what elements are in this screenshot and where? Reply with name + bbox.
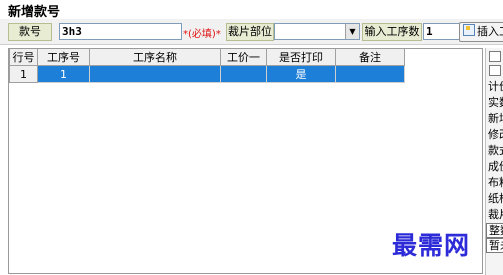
right-panel: 计价 实数 新增 修改 款式 成份 布料 纸样 裁片 整数 暂未 xyxy=(485,48,503,275)
right-panel-item[interactable]: 成份 xyxy=(486,159,503,175)
header-row: 行号 工序号 工序名称 工价一 是否打印 备注 xyxy=(9,49,405,66)
right-checkbox-1[interactable] xyxy=(489,51,501,62)
process-no-cell[interactable]: 1 xyxy=(37,65,90,83)
right-panel-item[interactable]: 整数 xyxy=(486,223,503,238)
right-panel-item[interactable]: 新增 xyxy=(486,111,503,127)
toolbar: 款号 3h3 *(必填)* 裁片部位 ▼ 输入工序数 1 插入工 xyxy=(0,19,503,45)
right-panel-item[interactable]: 计价 xyxy=(486,79,503,95)
process-name-cell[interactable] xyxy=(89,65,221,83)
insert-icon xyxy=(463,24,475,36)
window-title: 新增款号 xyxy=(8,5,61,20)
style-input[interactable]: 3h3 xyxy=(59,23,182,40)
print-cell[interactable]: 是 xyxy=(266,65,336,83)
table-row[interactable]: 1 1 是 xyxy=(9,65,405,83)
cut-part-label: 裁片部位 xyxy=(226,23,274,41)
col-header-price[interactable]: 工价一 xyxy=(220,49,267,66)
style-label: 款号 xyxy=(8,23,52,41)
remark-cell[interactable] xyxy=(335,65,405,83)
required-note: *(必填)* xyxy=(183,29,221,40)
cut-part-select[interactable]: ▼ xyxy=(274,23,360,40)
right-panel-item[interactable]: 修改 xyxy=(486,127,503,143)
input-count-label: 输入工序数 xyxy=(362,23,422,41)
right-panel-item[interactable]: 纸样 xyxy=(486,191,503,207)
col-header-remark[interactable]: 备注 xyxy=(335,49,405,66)
right-panel-item[interactable]: 裁片 xyxy=(486,207,503,223)
col-header-print[interactable]: 是否打印 xyxy=(266,49,336,66)
chevron-down-icon[interactable]: ▼ xyxy=(345,24,359,39)
right-panel-item[interactable]: 款式 xyxy=(486,143,503,159)
row-number-cell: 1 xyxy=(9,65,38,83)
col-header-process-name[interactable]: 工序名称 xyxy=(89,49,221,66)
col-header-row-no[interactable]: 行号 xyxy=(9,49,38,66)
right-panel-item[interactable]: 实数 xyxy=(486,95,503,111)
input-count-field[interactable]: 1 xyxy=(423,23,460,40)
right-panel-item[interactable]: 布料 xyxy=(486,175,503,191)
process-table: 行号 工序号 工序名称 工价一 是否打印 备注 1 1 是 xyxy=(9,49,405,83)
price-cell[interactable] xyxy=(220,65,267,83)
insert-process-button[interactable]: 插入工 xyxy=(459,22,503,42)
watermark: 最需网 xyxy=(392,231,471,260)
right-checkbox-2[interactable] xyxy=(489,65,501,76)
insert-button-label: 插入工 xyxy=(477,25,503,38)
right-panel-item[interactable]: 暂未 xyxy=(486,238,503,253)
title-bar: 新增款号 xyxy=(0,0,503,20)
col-header-process-no[interactable]: 工序号 xyxy=(37,49,90,66)
